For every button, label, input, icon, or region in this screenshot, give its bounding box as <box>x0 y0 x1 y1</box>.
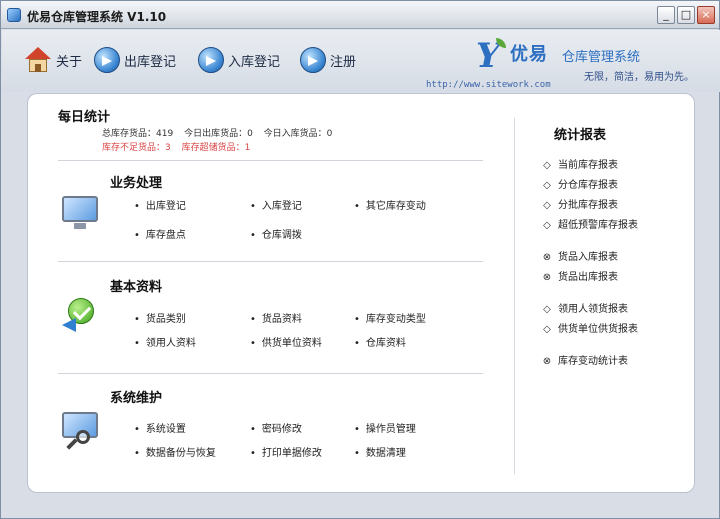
circle-x-icon: ⊗ <box>542 272 552 283</box>
toolbar-outbound-label: 出库登记 <box>124 54 177 70</box>
section-title-basic-data: 基本资料 <box>110 280 163 295</box>
brand-logo: Y 优易 仓库管理系统 无限，简洁，易用为先。 http://www.sitew… <box>426 34 718 90</box>
arrow-in-icon <box>198 47 224 73</box>
brand-mark: Y <box>476 36 506 76</box>
report-label: 分批库存报表 <box>558 200 618 211</box>
stat-today-inbound: 今日入库货品：0 <box>263 129 333 139</box>
toolbar-register-button[interactable]: 注册 <box>300 46 356 74</box>
brand-url: http://www.sitework.com <box>426 80 551 90</box>
circle-x-icon: ⊗ <box>542 356 552 367</box>
check-icon <box>60 296 100 334</box>
link-stocktaking[interactable]: 库存盘点 <box>134 226 186 241</box>
diamond-icon: ◇ <box>543 160 551 171</box>
report-label: 供货单位供货报表 <box>558 324 638 335</box>
link-operator-management[interactable]: 操作员管理 <box>354 420 416 435</box>
divider <box>58 261 483 262</box>
link-print-form-edit[interactable]: 打印单据修改 <box>250 444 322 459</box>
report-label: 当前库存报表 <box>558 160 618 171</box>
toolbar-about-button[interactable]: 关于 <box>24 46 82 74</box>
diamond-icon: ◇ <box>543 180 551 191</box>
section-title-system-maintenance: 系统维护 <box>110 391 163 406</box>
link-product-category[interactable]: 货品类别 <box>134 310 186 325</box>
link-warehouse-transfer[interactable]: 仓库调拨 <box>250 226 302 241</box>
circle-x-icon: ⊗ <box>542 252 552 263</box>
link-data-cleanup[interactable]: 数据清理 <box>354 444 406 459</box>
link-product-data[interactable]: 货品资料 <box>250 310 302 325</box>
link-other-stock-change[interactable]: 其它库存变动 <box>354 197 426 212</box>
link-supplier-data[interactable]: 供货单位资料 <box>250 334 322 349</box>
link-recipient-data[interactable]: 领用人资料 <box>134 334 196 349</box>
home-icon <box>24 47 52 73</box>
toolbar-register-label: 注册 <box>330 54 357 70</box>
maximize-button[interactable]: □ <box>677 6 695 24</box>
report-alert-stock[interactable]: ◇ 超低预警库存报表 <box>542 216 638 231</box>
divider <box>58 160 483 161</box>
report-label: 分仓库存报表 <box>558 180 618 191</box>
link-outbound[interactable]: 出库登记 <box>134 197 186 212</box>
report-recipient-picking[interactable]: ◇ 领用人领货报表 <box>542 300 628 315</box>
stat-total-stock: 总库存货品：419 <box>102 129 174 139</box>
report-label: 货品出库报表 <box>558 272 618 283</box>
link-stock-change-type[interactable]: 库存变动类型 <box>354 310 426 325</box>
app-window: 优易仓库管理系统 V1.10 _ □ × 关于 出库登记 入库登记 注册 Y 优… <box>0 0 720 519</box>
daily-stats-line2: 库存不足货品：3 库存超储货品：1 <box>102 140 258 153</box>
report-batch-stock[interactable]: ◇ 分批库存报表 <box>542 196 618 211</box>
report-label: 货品入库报表 <box>558 252 618 263</box>
stat-today-outbound: 今日出库货品：0 <box>184 129 253 139</box>
diamond-icon: ◇ <box>543 324 551 335</box>
toolbar-inbound-button[interactable]: 入库登记 <box>198 46 280 74</box>
divider <box>58 373 483 374</box>
daily-stats-line1: 总库存货品：419 今日出库货品：0 今日入库货品：0 <box>102 126 340 139</box>
diamond-icon: ◇ <box>543 304 551 315</box>
report-outbound[interactable]: ⊗ 货品出库报表 <box>542 268 618 283</box>
column-divider <box>514 118 515 474</box>
report-label: 超低预警库存报表 <box>558 220 638 231</box>
diamond-icon: ◇ <box>543 200 551 211</box>
title-bar[interactable]: 优易仓库管理系统 V1.10 _ □ × <box>1 1 719 29</box>
link-change-password[interactable]: 密码修改 <box>250 420 302 435</box>
stat-over-stock: 库存超储货品：1 <box>181 143 251 153</box>
link-warehouse-data[interactable]: 仓库资料 <box>354 334 406 349</box>
report-warehouse-stock[interactable]: ◇ 分仓库存报表 <box>542 176 618 191</box>
minimize-button[interactable]: _ <box>657 6 675 24</box>
close-button[interactable]: × <box>697 6 715 24</box>
link-inbound[interactable]: 入库登记 <box>250 197 302 212</box>
toolbar-outbound-button[interactable]: 出库登记 <box>94 46 176 74</box>
report-label: 领用人领货报表 <box>558 304 628 315</box>
diamond-icon: ◇ <box>543 220 551 231</box>
section-title-business: 业务处理 <box>110 176 163 191</box>
report-stock-change-stats[interactable]: ⊗ 库存变动统计表 <box>542 352 628 367</box>
register-icon <box>300 47 326 73</box>
report-inbound[interactable]: ⊗ 货品入库报表 <box>542 248 618 263</box>
link-system-settings[interactable]: 系统设置 <box>134 420 186 435</box>
monitor-icon <box>60 194 100 232</box>
window-title: 优易仓库管理系统 V1.10 <box>27 10 167 24</box>
daily-stats-title: 每日统计 <box>58 110 111 125</box>
report-label: 库存变动统计表 <box>558 356 628 367</box>
brand-slogan: 无限，简洁，易用为先。 <box>584 72 694 83</box>
reports-title: 统计报表 <box>554 128 607 143</box>
report-current-stock[interactable]: ◇ 当前库存报表 <box>542 156 618 171</box>
stat-low-stock: 库存不足货品：3 <box>102 143 171 153</box>
report-supplier-supply[interactable]: ◇ 供货单位供货报表 <box>542 320 638 335</box>
search-icon <box>60 410 100 450</box>
app-icon <box>7 8 21 22</box>
main-panel: 每日统计 总库存货品：419 今日出库货品：0 今日入库货品：0 库存不足货品：… <box>27 93 695 493</box>
brand-subtitle: 仓库管理系统 <box>562 50 641 65</box>
brand-name: 优易 <box>510 44 548 65</box>
toolbar-about-label: 关于 <box>56 54 83 70</box>
link-backup-restore[interactable]: 数据备份与恢复 <box>134 444 216 459</box>
toolbar: 关于 出库登记 入库登记 注册 Y 优易 仓库管理系统 无限，简洁，易用为先。 … <box>2 30 720 92</box>
arrow-right-icon <box>94 47 120 73</box>
toolbar-inbound-label: 入库登记 <box>228 54 281 70</box>
